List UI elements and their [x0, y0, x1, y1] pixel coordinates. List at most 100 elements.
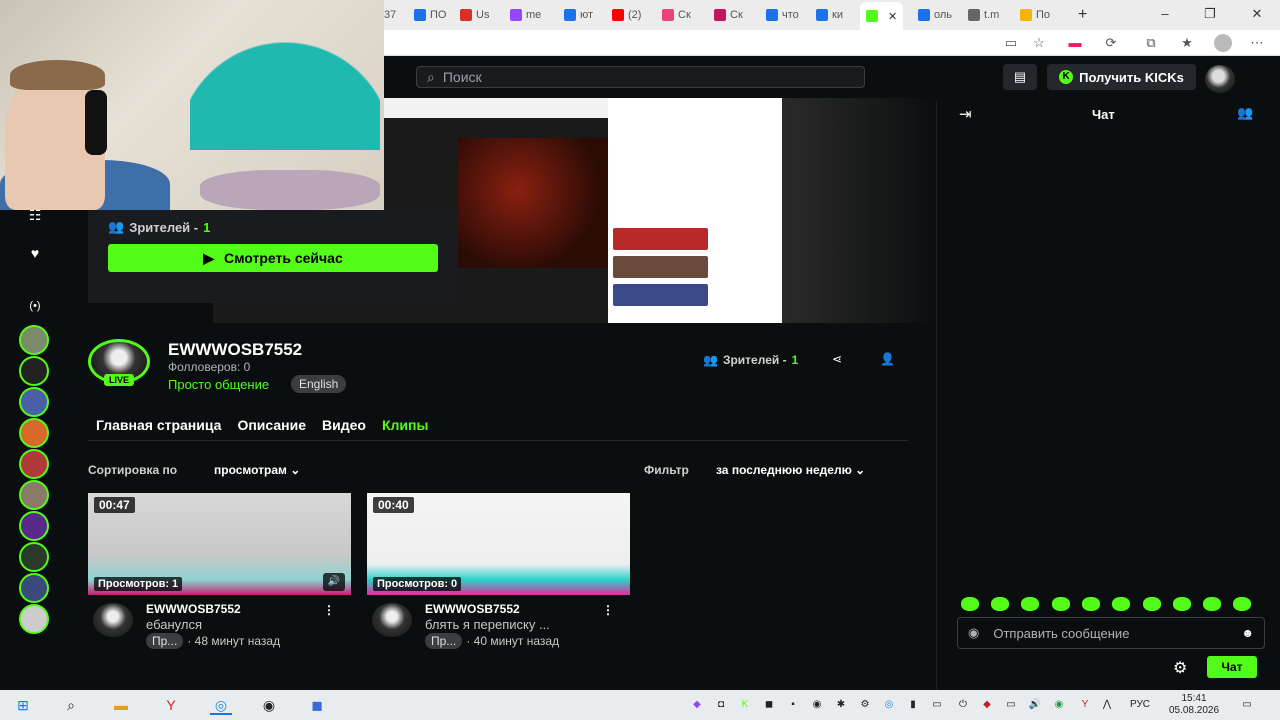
browser-tab[interactable]: Us	[460, 6, 489, 24]
emote-icon[interactable]	[1233, 597, 1251, 611]
live-icon[interactable]: (•)	[26, 300, 44, 318]
share-icon[interactable]: ⋖	[832, 352, 842, 366]
clip-card[interactable]: 00:40 Просмотров: 0 EWWWOSB7552 блять я …	[367, 493, 630, 653]
maximize-button[interactable]: ❐	[1200, 5, 1220, 23]
obs-tray-icon[interactable]: ◉	[810, 698, 824, 712]
browser-tab[interactable]: ют	[564, 6, 593, 24]
sidebar-channel-avatar[interactable]	[19, 449, 49, 479]
emote-icon[interactable]	[991, 597, 1009, 611]
menu-dots-icon[interactable]: ⋯	[1248, 34, 1266, 52]
tray-icon[interactable]: ◘	[714, 698, 728, 712]
clip-channel-name[interactable]: EWWWOSB7552	[146, 602, 241, 616]
sidebar-channel-avatar[interactable]	[19, 604, 49, 634]
channel-name[interactable]: EWWWOSB7552	[168, 340, 302, 360]
theater-mode-button[interactable]: ▤	[1003, 64, 1037, 90]
sidebar-channel-avatar[interactable]	[19, 511, 49, 541]
emote-icon[interactable]	[1082, 597, 1100, 611]
tab-videos[interactable]: Видео	[322, 417, 366, 433]
clip-channel-name[interactable]: EWWWOSB7552	[425, 602, 520, 616]
browser-tab[interactable]: что	[766, 6, 799, 24]
yandex-browser-icon[interactable]: Y	[160, 695, 182, 715]
browser-tab[interactable]: Ск	[714, 6, 743, 24]
kick-tray-icon[interactable]: K	[738, 698, 752, 712]
bookmark-star-icon[interactable]: ☆	[1030, 34, 1048, 52]
browser-tab[interactable]: 37	[384, 6, 396, 24]
browser-tab[interactable]: (2)	[612, 6, 641, 24]
clip-thumbnail[interactable]: 00:40 Просмотров: 0	[367, 493, 630, 595]
clip-title[interactable]: ебанулся	[146, 617, 202, 632]
notifications-icon[interactable]: ▭	[1240, 698, 1254, 712]
stream-category[interactable]: Просто общение	[168, 377, 269, 392]
watch-now-button[interactable]: ▶ Смотреть сейчас	[108, 244, 438, 272]
sidebar-channel-avatar[interactable]	[19, 356, 49, 386]
obs-icon[interactable]: ◉	[258, 695, 280, 715]
browser-tab[interactable]: t.m	[968, 6, 999, 24]
collapse-chat-icon[interactable]: ⇥	[959, 105, 972, 123]
minimize-button[interactable]: –	[1155, 5, 1175, 23]
emote-icon[interactable]	[1112, 597, 1130, 611]
favorites-icon[interactable]: ★	[1178, 34, 1196, 52]
tray-icon[interactable]: ⏻	[956, 698, 970, 712]
close-window-button[interactable]: ✕	[1247, 5, 1267, 23]
clip-channel-avatar[interactable]	[93, 603, 133, 637]
reader-icon[interactable]: ▭	[1002, 34, 1020, 52]
browser-tab[interactable]: Ск	[662, 6, 691, 24]
tab-home[interactable]: Главная страница	[96, 417, 221, 433]
tray-icon[interactable]: ◎	[882, 698, 896, 712]
browser-tab[interactable]: ки	[816, 6, 843, 24]
file-explorer-icon[interactable]: ▬	[110, 695, 132, 715]
volume-icon[interactable]: 🔊	[323, 573, 345, 591]
gear-icon[interactable]: ⚙	[1173, 658, 1187, 678]
browser-tab[interactable]: ПО	[414, 6, 446, 24]
keyboard-language[interactable]: РУС	[1130, 699, 1150, 710]
more-options-icon[interactable]: ⋮	[323, 603, 335, 617]
browser-tab-active[interactable]: ✕	[860, 2, 904, 30]
tray-icon[interactable]: ▭	[930, 698, 944, 712]
clip-card[interactable]: 00:47 Просмотров: 1 🔊 EWWWOSB7552 ебанул…	[88, 493, 351, 653]
browser-tab[interactable]: me	[510, 6, 541, 24]
twitch-tray-icon[interactable]: ◆	[690, 698, 704, 712]
emoji-icon[interactable]: ☻	[1241, 626, 1254, 640]
more-options-icon[interactable]: ⋮	[602, 603, 614, 617]
tray-icon[interactable]: ✱	[834, 698, 848, 712]
sidebar-channel-avatar[interactable]	[19, 573, 49, 603]
tray-icon[interactable]: ⋀	[1100, 698, 1114, 712]
emote-icon[interactable]	[1173, 597, 1191, 611]
sidebar-channel-avatar[interactable]	[19, 542, 49, 572]
user-avatar[interactable]	[1205, 65, 1235, 93]
new-tab-button[interactable]: +	[1078, 6, 1087, 24]
emote-icon[interactable]	[961, 597, 979, 611]
language-tag[interactable]: English	[291, 375, 347, 393]
filter-dropdown[interactable]: за последнюю неделю ⌄	[716, 463, 865, 477]
sidebar-channel-avatar[interactable]	[19, 387, 49, 417]
heart-icon[interactable]: ♥	[26, 245, 44, 263]
tray-icon[interactable]: ▪	[786, 698, 800, 712]
clip-title[interactable]: блять я переписку ...	[425, 617, 550, 632]
sidebar-channel-avatar[interactable]	[19, 418, 49, 448]
sync-icon[interactable]: ⟳	[1102, 34, 1120, 52]
chat-send-button[interactable]: Чат	[1207, 656, 1257, 678]
browser-tab[interactable]: По	[1020, 6, 1050, 24]
yandex-tray-icon[interactable]: Y	[1078, 698, 1092, 712]
search-icon[interactable]: ⌕	[60, 695, 82, 715]
sidebar-channel-avatar[interactable]	[19, 325, 49, 355]
get-kicks-button[interactable]: K Получить KICKs	[1047, 64, 1196, 90]
search-input[interactable]: ⌕ Поиск	[416, 66, 865, 88]
clip-category[interactable]: Пр...	[425, 633, 463, 649]
emote-icon[interactable]	[1203, 597, 1221, 611]
tab-clips[interactable]: Клипы	[382, 417, 428, 433]
sidebar-channel-avatar[interactable]	[19, 480, 49, 510]
emote-icon[interactable]	[1143, 597, 1161, 611]
clip-category[interactable]: Пр...	[146, 633, 184, 649]
extension-icon[interactable]: ▬	[1066, 34, 1084, 52]
tray-icon[interactable]: ◉	[1052, 698, 1066, 712]
chat-users-icon[interactable]: 👥	[1237, 105, 1253, 121]
profile-icon[interactable]	[1214, 34, 1232, 52]
follow-user-icon[interactable]: 👤	[880, 352, 895, 366]
tray-icon[interactable]: ◆	[980, 698, 994, 712]
emote-icon[interactable]	[1052, 597, 1070, 611]
windows-start-icon[interactable]: ⊞	[12, 695, 34, 715]
clip-channel-avatar[interactable]	[372, 603, 412, 637]
collections-icon[interactable]: ⧉	[1142, 34, 1160, 52]
tab-about[interactable]: Описание	[237, 417, 306, 433]
